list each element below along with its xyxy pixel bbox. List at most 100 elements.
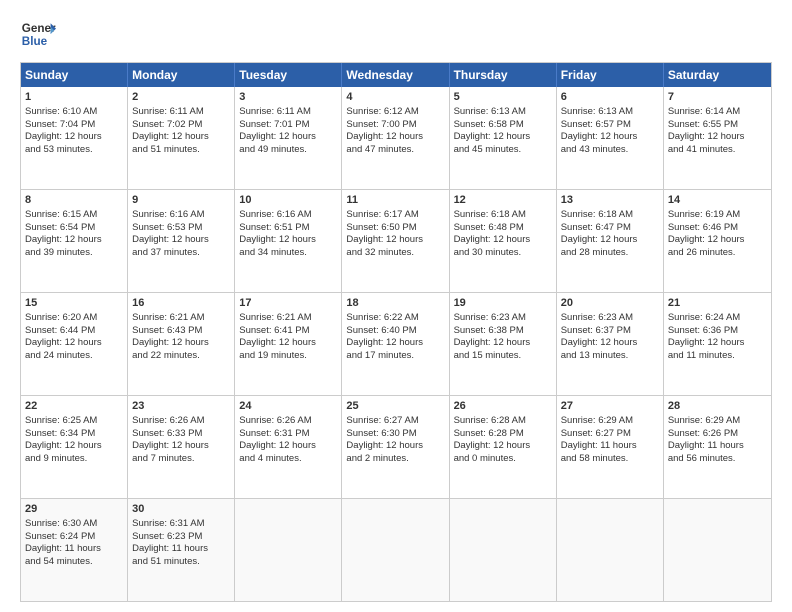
day-cell-19: 19Sunrise: 6:23 AMSunset: 6:38 PMDayligh… [450, 293, 557, 395]
day-info-line: and 43 minutes. [561, 144, 659, 157]
day-info-line: Sunset: 6:44 PM [25, 325, 123, 338]
day-cell-28: 28Sunrise: 6:29 AMSunset: 6:26 PMDayligh… [664, 396, 771, 498]
day-info-line: Sunset: 6:47 PM [561, 222, 659, 235]
day-info-line: Daylight: 12 hours [25, 131, 123, 144]
day-info-line: Daylight: 12 hours [132, 440, 230, 453]
day-info-line: Sunset: 7:04 PM [25, 119, 123, 132]
weekday-header-tuesday: Tuesday [235, 63, 342, 87]
day-info-line: and 45 minutes. [454, 144, 552, 157]
day-info-line: Daylight: 12 hours [132, 131, 230, 144]
day-info-line: Daylight: 12 hours [132, 234, 230, 247]
day-info-line: Daylight: 12 hours [239, 131, 337, 144]
day-info-line: Sunset: 6:41 PM [239, 325, 337, 338]
day-info-line: Sunset: 7:02 PM [132, 119, 230, 132]
day-cell-17: 17Sunrise: 6:21 AMSunset: 6:41 PMDayligh… [235, 293, 342, 395]
day-cell-5: 5Sunrise: 6:13 AMSunset: 6:58 PMDaylight… [450, 87, 557, 189]
day-info-line: Sunrise: 6:21 AM [132, 312, 230, 325]
day-info-line: Sunset: 6:55 PM [668, 119, 767, 132]
day-info-line: and 54 minutes. [25, 556, 123, 569]
day-info-line: Daylight: 12 hours [561, 131, 659, 144]
day-info-line: Daylight: 11 hours [668, 440, 767, 453]
day-info-line: Sunset: 6:23 PM [132, 531, 230, 544]
weekday-header-monday: Monday [128, 63, 235, 87]
day-info-line: and 26 minutes. [668, 247, 767, 260]
day-info-line: Sunset: 6:28 PM [454, 428, 552, 441]
day-cell-27: 27Sunrise: 6:29 AMSunset: 6:27 PMDayligh… [557, 396, 664, 498]
empty-cell-4-5 [557, 499, 664, 601]
day-number: 3 [239, 90, 337, 105]
day-number: 19 [454, 296, 552, 311]
day-number: 6 [561, 90, 659, 105]
day-number: 30 [132, 502, 230, 517]
day-info-line: Sunrise: 6:29 AM [561, 415, 659, 428]
day-number: 26 [454, 399, 552, 414]
day-number: 21 [668, 296, 767, 311]
day-info-line: Sunset: 6:50 PM [346, 222, 444, 235]
day-number: 8 [25, 193, 123, 208]
day-info-line: Daylight: 12 hours [346, 440, 444, 453]
calendar-header: SundayMondayTuesdayWednesdayThursdayFrid… [21, 63, 771, 87]
day-info-line: and 4 minutes. [239, 453, 337, 466]
day-cell-25: 25Sunrise: 6:27 AMSunset: 6:30 PMDayligh… [342, 396, 449, 498]
day-info-line: and 56 minutes. [668, 453, 767, 466]
day-info-line: and 32 minutes. [346, 247, 444, 260]
day-info-line: Daylight: 12 hours [561, 234, 659, 247]
day-info-line: Daylight: 12 hours [454, 131, 552, 144]
day-info-line: Sunset: 6:38 PM [454, 325, 552, 338]
day-info-line: and 9 minutes. [25, 453, 123, 466]
day-info-line: Sunrise: 6:17 AM [346, 209, 444, 222]
day-info-line: Sunrise: 6:21 AM [239, 312, 337, 325]
day-cell-6: 6Sunrise: 6:13 AMSunset: 6:57 PMDaylight… [557, 87, 664, 189]
day-info-line: and 51 minutes. [132, 556, 230, 569]
calendar-row-5: 29Sunrise: 6:30 AMSunset: 6:24 PMDayligh… [21, 498, 771, 601]
day-info-line: Sunset: 6:24 PM [25, 531, 123, 544]
day-info-line: Sunrise: 6:19 AM [668, 209, 767, 222]
day-info-line: Sunrise: 6:10 AM [25, 106, 123, 119]
weekday-header-sunday: Sunday [21, 63, 128, 87]
day-info-line: Sunset: 6:40 PM [346, 325, 444, 338]
day-info-line: Sunset: 6:43 PM [132, 325, 230, 338]
day-info-line: Daylight: 12 hours [346, 131, 444, 144]
day-number: 22 [25, 399, 123, 414]
day-cell-24: 24Sunrise: 6:26 AMSunset: 6:31 PMDayligh… [235, 396, 342, 498]
day-cell-20: 20Sunrise: 6:23 AMSunset: 6:37 PMDayligh… [557, 293, 664, 395]
day-info-line: Sunrise: 6:14 AM [668, 106, 767, 119]
weekday-header-saturday: Saturday [664, 63, 771, 87]
logo-icon: General Blue [20, 16, 56, 52]
day-info-line: Sunrise: 6:18 AM [561, 209, 659, 222]
day-info-line: and 0 minutes. [454, 453, 552, 466]
page-container: General Blue SundayMondayTuesdayWednesda… [0, 0, 792, 612]
day-info-line: Daylight: 12 hours [668, 131, 767, 144]
day-cell-13: 13Sunrise: 6:18 AMSunset: 6:47 PMDayligh… [557, 190, 664, 292]
day-info-line: Daylight: 12 hours [132, 337, 230, 350]
calendar-row-3: 15Sunrise: 6:20 AMSunset: 6:44 PMDayligh… [21, 292, 771, 395]
day-number: 9 [132, 193, 230, 208]
weekday-header-thursday: Thursday [450, 63, 557, 87]
day-cell-4: 4Sunrise: 6:12 AMSunset: 7:00 PMDaylight… [342, 87, 449, 189]
day-info-line: Sunrise: 6:20 AM [25, 312, 123, 325]
day-info-line: Daylight: 12 hours [454, 337, 552, 350]
day-info-line: and 24 minutes. [25, 350, 123, 363]
day-info-line: Sunset: 6:57 PM [561, 119, 659, 132]
day-info-line: and 47 minutes. [346, 144, 444, 157]
calendar: SundayMondayTuesdayWednesdayThursdayFrid… [20, 62, 772, 602]
empty-cell-4-2 [235, 499, 342, 601]
day-number: 28 [668, 399, 767, 414]
weekday-header-friday: Friday [557, 63, 664, 87]
day-cell-10: 10Sunrise: 6:16 AMSunset: 6:51 PMDayligh… [235, 190, 342, 292]
day-info-line: Sunrise: 6:26 AM [132, 415, 230, 428]
day-info-line: Sunrise: 6:23 AM [454, 312, 552, 325]
day-info-line: Sunrise: 6:18 AM [454, 209, 552, 222]
day-info-line: and 17 minutes. [346, 350, 444, 363]
day-info-line: Sunrise: 6:25 AM [25, 415, 123, 428]
day-info-line: and 51 minutes. [132, 144, 230, 157]
day-number: 13 [561, 193, 659, 208]
day-info-line: Sunset: 6:53 PM [132, 222, 230, 235]
day-cell-1: 1Sunrise: 6:10 AMSunset: 7:04 PMDaylight… [21, 87, 128, 189]
day-info-line: Sunrise: 6:11 AM [132, 106, 230, 119]
day-cell-3: 3Sunrise: 6:11 AMSunset: 7:01 PMDaylight… [235, 87, 342, 189]
day-cell-21: 21Sunrise: 6:24 AMSunset: 6:36 PMDayligh… [664, 293, 771, 395]
day-info-line: and 39 minutes. [25, 247, 123, 260]
day-info-line: Sunset: 6:27 PM [561, 428, 659, 441]
weekday-header-wednesday: Wednesday [342, 63, 449, 87]
